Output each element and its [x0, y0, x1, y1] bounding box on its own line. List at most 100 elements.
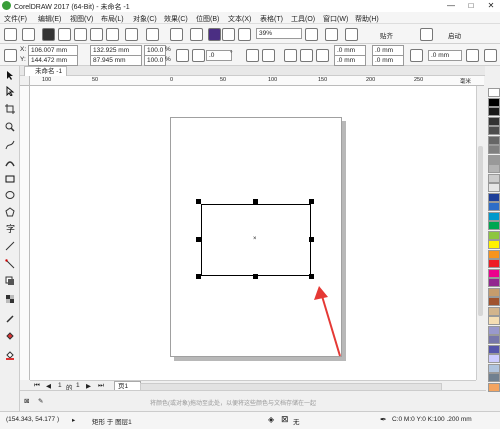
full-screen-icon[interactable]	[305, 28, 318, 41]
options-gear-icon[interactable]	[420, 28, 433, 41]
object-origin-icon[interactable]	[4, 49, 17, 62]
open-folder-icon[interactable]	[22, 28, 35, 41]
selection-handle-bottom-right[interactable]	[309, 274, 314, 279]
menu-help[interactable]: 帮助(H)	[355, 14, 379, 24]
publish-icon[interactable]	[208, 28, 221, 41]
palette-swatch[interactable]	[488, 116, 500, 126]
vertical-ruler[interactable]	[20, 86, 30, 380]
launch-dropdown[interactable]: 启动	[448, 30, 461, 40]
scale-y-field[interactable]: 100.0	[144, 55, 166, 66]
copy-icon[interactable]	[90, 28, 103, 41]
scallop-corner-icon[interactable]	[300, 49, 313, 62]
selection-handle-bottom[interactable]	[253, 274, 258, 279]
palette-swatch[interactable]	[488, 221, 500, 230]
new-document-icon[interactable]	[4, 28, 17, 41]
vertical-scroll-thumb[interactable]	[478, 146, 483, 316]
palette-swatch[interactable]	[488, 249, 500, 259]
palette-swatch[interactable]	[488, 344, 500, 354]
menu-object[interactable]: 对象(C)	[133, 14, 157, 24]
snap-to-dropdown[interactable]: 贴齐	[380, 30, 393, 40]
palette-swatch[interactable]	[488, 306, 500, 316]
chamfer-corner-icon[interactable]	[316, 49, 329, 62]
zoom-level-select[interactable]: 39%	[256, 28, 302, 39]
corner-radius-bottom-left[interactable]: .0 mm	[334, 55, 366, 66]
corner-radius-bottom-right[interactable]: .0 mm	[372, 55, 404, 66]
palette-swatch[interactable]	[488, 173, 500, 183]
selection-handle-top[interactable]	[253, 199, 258, 204]
shape-tool-icon[interactable]	[5, 86, 15, 96]
ellipse-tool-icon[interactable]	[5, 190, 15, 200]
pick-tool-icon[interactable]	[5, 70, 15, 80]
cut-icon[interactable]	[74, 28, 87, 41]
rectangle-tool-icon[interactable]	[5, 174, 15, 184]
menu-bitmaps[interactable]: 位图(B)	[196, 14, 219, 24]
redo-icon[interactable]	[146, 28, 159, 41]
selection-handle-left[interactable]	[196, 237, 201, 242]
menu-window[interactable]: 窗口(W)	[323, 14, 348, 24]
palette-swatch[interactable]	[488, 135, 500, 145]
pdf-export-icon[interactable]	[222, 28, 235, 41]
ruler-origin[interactable]	[20, 76, 30, 86]
undo-icon[interactable]	[125, 28, 138, 41]
zoom-tool-icon[interactable]	[5, 122, 15, 132]
horizontal-ruler[interactable]: 100 50 0 50 100 150 200 250 毫米	[30, 76, 484, 86]
rotation-center-marker[interactable]: ×	[253, 236, 257, 242]
y-position-field[interactable]: 144.472 mm	[28, 55, 78, 66]
selection-handle-bottom-left[interactable]	[196, 274, 201, 279]
menu-edit[interactable]: 编辑(E)	[38, 14, 61, 24]
first-page-button[interactable]: ⏮	[34, 382, 40, 390]
menu-tools[interactable]: 工具(O)	[291, 14, 315, 24]
relative-corner-scaling-icon[interactable]	[410, 49, 423, 62]
text-tool-icon[interactable]: 字	[5, 223, 15, 233]
palette-swatch[interactable]	[488, 230, 500, 240]
palette-swatch[interactable]	[488, 278, 500, 287]
parallel-dimension-tool-icon[interactable]	[5, 241, 15, 251]
eyedropper-icon[interactable]: ✎	[38, 397, 43, 405]
import-icon[interactable]	[190, 28, 203, 41]
connector-tool-icon[interactable]	[5, 259, 15, 269]
show-rulers-icon[interactable]	[325, 28, 338, 41]
close-button[interactable]: ✕	[482, 0, 500, 12]
palette-swatch[interactable]	[488, 202, 500, 211]
palette-swatch[interactable]	[488, 211, 500, 221]
previous-page-button[interactable]: ◀	[46, 382, 51, 390]
lock-ratio-icon[interactable]	[176, 49, 189, 62]
to-front-icon[interactable]	[484, 49, 497, 62]
palette-swatch[interactable]	[488, 154, 500, 164]
mirror-horizontal-icon[interactable]	[246, 49, 259, 62]
palette-swatch[interactable]	[488, 382, 500, 392]
show-grid-icon[interactable]	[345, 28, 358, 41]
palette-swatch[interactable]	[488, 354, 500, 363]
search-content-icon[interactable]	[170, 28, 183, 41]
no-color-icon[interactable]: ⊠	[24, 397, 29, 405]
minimize-button[interactable]: —	[442, 0, 460, 12]
palette-swatch[interactable]	[488, 325, 500, 335]
save-icon[interactable]	[42, 28, 55, 41]
menu-table[interactable]: 表格(T)	[260, 14, 283, 24]
app-launcher-icon[interactable]	[238, 28, 251, 41]
palette-swatch[interactable]	[488, 192, 500, 202]
maximize-button[interactable]: □	[462, 0, 480, 12]
last-page-button[interactable]: ⏭	[98, 382, 104, 390]
menu-text[interactable]: 文本(X)	[228, 14, 251, 24]
palette-swatch[interactable]	[488, 240, 500, 249]
polygon-tool-icon[interactable]	[5, 207, 15, 217]
palette-swatch[interactable]	[488, 259, 500, 268]
palette-swatch[interactable]	[488, 164, 500, 173]
print-icon[interactable]	[58, 28, 71, 41]
palette-swatch[interactable]	[488, 107, 500, 116]
rotation-field[interactable]: .0	[206, 50, 232, 61]
paste-icon[interactable]	[106, 28, 119, 41]
transparency-tool-icon[interactable]	[5, 294, 15, 304]
freehand-tool-icon[interactable]	[5, 140, 15, 150]
mirror-vertical-icon[interactable]	[262, 49, 275, 62]
crop-tool-icon[interactable]	[5, 104, 15, 114]
menu-layout[interactable]: 布局(L)	[101, 14, 124, 24]
selection-handle-top-right[interactable]	[309, 199, 314, 204]
drop-shadow-tool-icon[interactable]	[5, 276, 15, 286]
artistic-media-tool-icon[interactable]	[5, 158, 15, 168]
next-page-button[interactable]: ▶	[86, 382, 91, 390]
palette-swatch[interactable]	[488, 88, 500, 97]
palette-swatch[interactable]	[488, 363, 500, 373]
menu-effects[interactable]: 效果(C)	[164, 14, 188, 24]
